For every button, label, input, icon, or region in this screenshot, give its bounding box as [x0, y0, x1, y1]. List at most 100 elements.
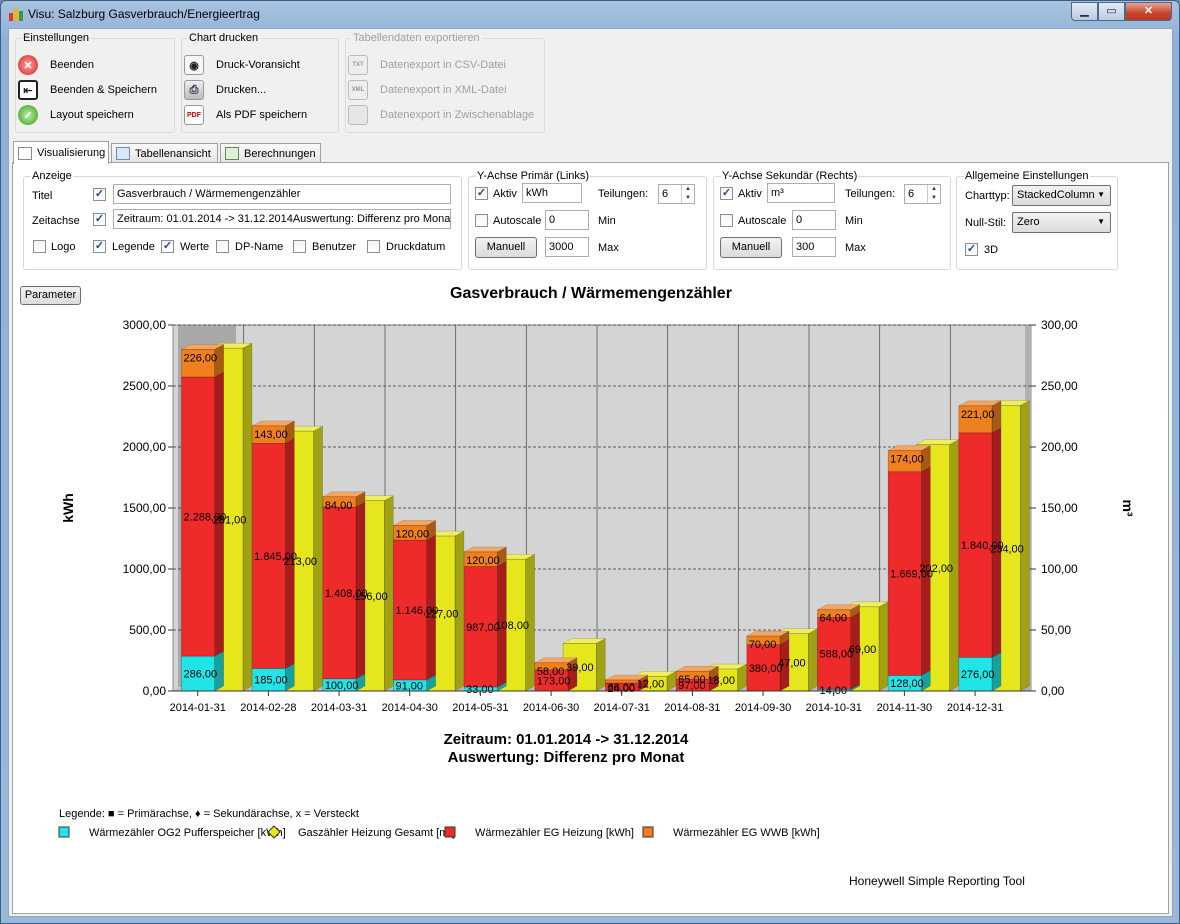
table-icon	[116, 147, 130, 160]
x-tick-label: 2014-05-31	[452, 702, 508, 714]
group-chart-drucken: Chart drucken ◉ Druck-Voransicht ⎙ Druck…	[181, 32, 339, 133]
data-label: 100,00	[325, 680, 359, 692]
csv-icon: TXT	[348, 55, 368, 75]
data-label-secondary: 281,00	[213, 515, 247, 527]
y-tick-label: 2500,00	[123, 379, 167, 393]
tab-visualisierung[interactable]: Visualisierung	[13, 141, 109, 164]
y-tick-label: 1000,00	[123, 562, 167, 576]
group-title: Einstellungen	[21, 32, 92, 44]
x-tick-label: 2014-08-31	[664, 702, 720, 714]
exit-save-icon: ⇤	[18, 80, 38, 100]
data-label: 143,00	[254, 429, 288, 441]
drucken-label: Drucken...	[216, 84, 267, 96]
x-tick-label: 2014-06-30	[523, 702, 579, 714]
line-chart-icon	[18, 146, 32, 160]
data-label: 174,00	[890, 454, 924, 466]
eye-icon: ◉	[184, 55, 204, 75]
x-tick-label: 2014-07-31	[594, 702, 650, 714]
x-tick-label: 2014-04-30	[382, 702, 438, 714]
checkmark-green-icon: ✓	[18, 105, 38, 125]
data-label: 120,00	[466, 555, 500, 567]
beenden-speichern-label: Beenden & Speichern	[50, 84, 158, 96]
chart-area: 0,00 500,00 1000,00 1500,00 2000,00 2500,00 30…	[58, 285, 1136, 888]
data-label: 185,00	[254, 675, 288, 687]
data-label-secondary: 127,00	[425, 609, 459, 621]
xml-export-button[interactable]: XML Datenexport in XML-Datei	[346, 79, 507, 101]
y-tick-label: 500,00	[129, 623, 166, 637]
bar-secondary-side	[596, 638, 606, 692]
legend-swatch	[58, 826, 70, 838]
data-label: 226,00	[183, 352, 217, 364]
druck-voransicht-label: Druck-Voransicht	[216, 59, 300, 71]
bar-secondary-side	[878, 601, 889, 692]
data-label: 276,00	[961, 669, 995, 681]
tab-tabellenansicht[interactable]: Tabellenansicht	[111, 143, 218, 163]
y2-tick-label: 0,00	[1041, 684, 1065, 698]
group-einstellungen: Einstellungen ✕ Beenden ⇤ Beenden & Spei…	[15, 32, 175, 133]
chart-subtitle-line2: Auswertung: Differenz pro Monat	[448, 749, 685, 766]
close-window-button[interactable]: ✕	[1125, 2, 1172, 21]
group-title: Chart drucken	[187, 32, 261, 44]
app-chart-icon	[9, 7, 23, 21]
layout-speichern-button[interactable]: ✓ Layout speichern	[16, 104, 134, 126]
csv-export-label: Datenexport in CSV-Datei	[380, 59, 506, 71]
legend-label: Wärmezähler OG2 Pufferspeicher [kWh]	[89, 827, 286, 839]
data-label: 65,00	[678, 674, 706, 686]
data-label: 64,00	[819, 613, 847, 625]
data-label-secondary: 47,00	[778, 657, 806, 669]
data-label: 286,00	[183, 669, 217, 681]
tab-berechnungen[interactable]: Berechnungen	[220, 143, 321, 163]
data-label: 128,00	[890, 678, 924, 690]
y2-tick-label: 50,00	[1041, 623, 1071, 637]
legend-swatch	[444, 826, 456, 838]
window-title: Visu: Salzburg Gasverbrauch/Energieertra…	[28, 7, 260, 21]
x-tick-label: 2014-09-30	[735, 702, 791, 714]
clipboard-export-button[interactable]: Datenexport in Zwischenablage	[346, 104, 534, 126]
data-label-secondary: 39,00	[566, 662, 594, 674]
app-window: Visu: Salzburg Gasverbrauch/Energieertra…	[0, 0, 1180, 924]
y2-axis-title: m³	[1120, 499, 1136, 516]
beenden-label: Beenden	[50, 59, 95, 71]
pdf-speichern-button[interactable]: PDF Als PDF speichern	[182, 104, 307, 126]
legend-label: Gaszähler Heizung Gesamt [m³]	[298, 827, 455, 839]
title-bar[interactable]: Visu: Salzburg Gasverbrauch/Energieertra…	[1, 1, 1179, 27]
x-tick-label: 2014-01-31	[170, 702, 226, 714]
maximize-button[interactable]: ▭	[1098, 2, 1125, 21]
pdf-speichern-label: Als PDF speichern	[216, 109, 308, 121]
y2-tick-label: 100,00	[1041, 562, 1078, 576]
data-label-secondary: 202,00	[919, 563, 953, 575]
legend-label: Wärmezähler EG WWB [kWh]	[673, 827, 820, 839]
x-tick-label: 2014-12-31	[947, 702, 1003, 714]
y2-tick-label: 300,00	[1041, 318, 1078, 332]
druck-voransicht-button[interactable]: ◉ Druck-Voransicht	[182, 54, 300, 76]
x-tick-label: 2014-10-31	[806, 702, 862, 714]
chart-subtitle-line1: Zeitraum: 01.01.2014 -> 31.12.2014	[444, 731, 689, 748]
tab-label: Visualisierung	[37, 147, 106, 159]
xml-export-label: Datenexport in XML-Datei	[380, 84, 507, 96]
data-label: 58,00	[537, 666, 565, 678]
beenden-button[interactable]: ✕ Beenden	[16, 54, 94, 76]
drucken-button[interactable]: ⎙ Drucken...	[182, 79, 266, 101]
data-label: 84,00	[325, 500, 353, 512]
x-tick-label: 2014-03-31	[311, 702, 367, 714]
data-label-secondary: 108,00	[495, 620, 529, 632]
data-label: 221,00	[961, 409, 995, 421]
y-tick-label: 2000,00	[123, 440, 167, 454]
clipboard-export-label: Datenexport in Zwischenablage	[380, 109, 535, 121]
csv-export-button[interactable]: TXT Datenexport in CSV-Datei	[346, 54, 506, 76]
y-tick-label: 0,00	[143, 684, 167, 698]
legend-swatch	[642, 826, 654, 838]
pdf-icon: PDF	[184, 105, 204, 125]
data-label-secondary: 156,00	[354, 591, 388, 603]
tab-label: Tabellenansicht	[135, 147, 211, 160]
data-label-secondary: 213,00	[283, 556, 317, 568]
minimize-button[interactable]: ▁	[1071, 2, 1098, 21]
group-export: Tabellendaten exportieren TXT Datenexpor…	[345, 32, 545, 133]
tab-label: Berechnungen	[244, 147, 316, 160]
calculator-icon	[225, 147, 239, 160]
beenden-speichern-button[interactable]: ⇤ Beenden & Speichern	[16, 79, 157, 101]
clipboard-icon	[348, 105, 368, 125]
bar-secondary-side	[808, 628, 818, 692]
x-tick-label: 2014-02-28	[240, 702, 296, 714]
y2-tick-label: 200,00	[1041, 440, 1078, 454]
